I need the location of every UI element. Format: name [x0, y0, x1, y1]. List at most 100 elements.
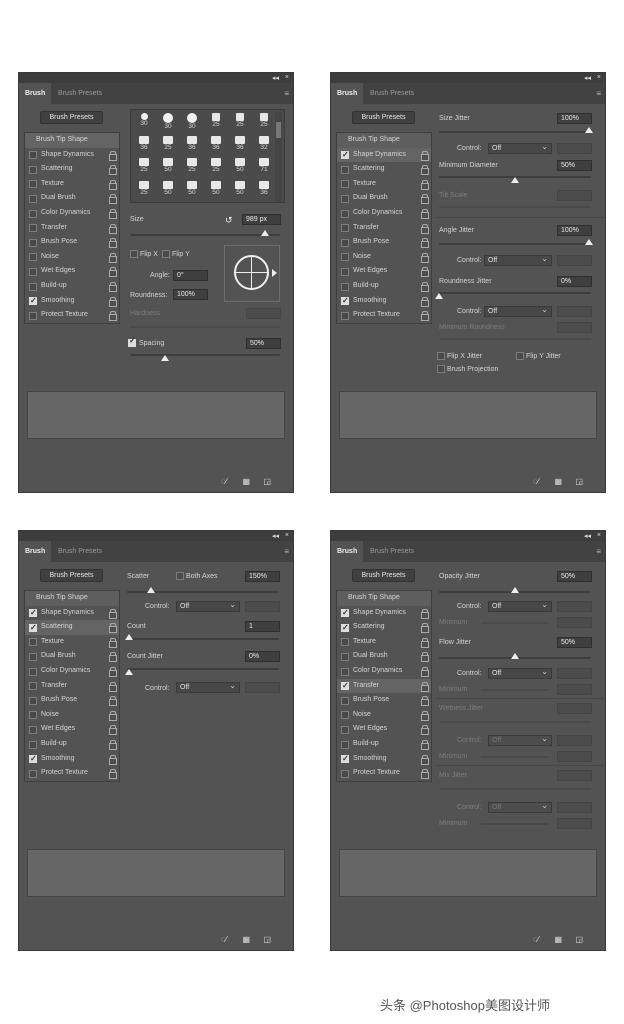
tilt-scale-field[interactable]	[557, 190, 592, 201]
brush-tip[interactable]: 50	[157, 158, 179, 174]
sidebar-item[interactable]: Dual Brush	[25, 649, 119, 664]
brush-tip[interactable]: 36	[229, 136, 251, 152]
checkbox[interactable]	[29, 725, 37, 734]
lock-icon[interactable]	[421, 223, 429, 234]
grid-icon[interactable]: ▦	[554, 935, 562, 944]
checkbox[interactable]	[341, 282, 349, 291]
lock-icon[interactable]	[421, 165, 429, 176]
hardness-field[interactable]	[246, 308, 281, 319]
tab-brush-presets[interactable]: Brush Presets	[52, 541, 108, 562]
collapse-icon[interactable]: ◂◂	[584, 74, 591, 82]
sidebar-item[interactable]: Brush Pose	[25, 235, 119, 250]
scatter-slider[interactable]	[127, 587, 279, 593]
hardness-slider[interactable]	[130, 326, 280, 328]
collapse-icon[interactable]: ◂◂	[272, 74, 279, 82]
sidebar-item[interactable]: Texture	[337, 177, 431, 192]
checkbox[interactable]	[29, 180, 37, 189]
grid-icon[interactable]: ▦	[242, 935, 250, 944]
toggle-live-tip-icon[interactable]: ◌⁄	[221, 935, 227, 944]
sidebar-item[interactable]: Brush Pose	[25, 693, 119, 708]
brush-tip[interactable]: 25	[157, 136, 179, 152]
brush-tip[interactable]: 30	[133, 113, 155, 129]
opacity-minimum-field[interactable]	[557, 617, 592, 628]
flow-minimum-slider[interactable]	[481, 689, 549, 691]
lock-icon[interactable]	[109, 311, 117, 322]
sidebar-item[interactable]: Shape Dynamics	[25, 606, 119, 621]
brush-tip[interactable]: 25	[133, 158, 155, 174]
sidebar-item[interactable]: Wet Edges	[337, 264, 431, 279]
flow-control-select[interactable]: Off	[488, 667, 552, 679]
count-field[interactable]: 1	[245, 621, 280, 632]
lock-icon[interactable]	[421, 623, 429, 634]
sidebar-item[interactable]: Color Dynamics	[337, 206, 431, 221]
sidebar-item[interactable]: Transfer	[25, 679, 119, 694]
slider-thumb[interactable]	[585, 127, 593, 133]
checkbox[interactable]	[29, 652, 37, 661]
lock-icon[interactable]	[109, 267, 117, 278]
tip-scrollbar[interactable]	[275, 112, 282, 202]
brush-projection-checkbox[interactable]	[437, 365, 445, 373]
checkbox[interactable]	[29, 769, 37, 778]
grid-icon[interactable]: ▦	[554, 477, 562, 486]
lock-icon[interactable]	[109, 725, 117, 736]
checkbox[interactable]	[29, 151, 37, 160]
checkbox[interactable]	[341, 638, 349, 647]
sidebar-item[interactable]: Brush Pose	[337, 235, 431, 250]
checkbox[interactable]	[341, 752, 349, 767]
sidebar-item[interactable]: Build-up	[337, 737, 431, 752]
scatter-control-select[interactable]: Off	[176, 600, 240, 612]
checkbox[interactable]	[341, 180, 349, 189]
opacity-jitter-slider[interactable]	[439, 587, 591, 593]
wetness-control-field[interactable]	[557, 735, 592, 746]
tab-brush[interactable]: Brush	[331, 83, 364, 104]
checkbox[interactable]	[29, 752, 37, 767]
count-control-select[interactable]: Off	[176, 681, 240, 693]
brush-presets-button[interactable]: Brush Presets	[40, 569, 103, 582]
close-icon[interactable]: ×	[285, 532, 289, 539]
lock-icon[interactable]	[421, 696, 429, 707]
checkbox[interactable]	[341, 606, 349, 621]
lock-icon[interactable]	[109, 238, 117, 249]
sidebar-item[interactable]: Texture	[25, 177, 119, 192]
checkbox[interactable]	[341, 696, 349, 705]
size-field[interactable]: 989 px	[242, 214, 281, 225]
opacity-minimum-slider[interactable]	[481, 622, 549, 624]
tab-brush-presets[interactable]: Brush Presets	[52, 83, 108, 104]
size-control-field[interactable]	[557, 143, 592, 154]
flow-jitter-field[interactable]: 50%	[557, 637, 592, 648]
brush-presets-button[interactable]: Brush Presets	[352, 111, 415, 124]
minimum-diameter-slider[interactable]	[439, 176, 591, 183]
lock-icon[interactable]	[109, 710, 117, 721]
sidebar-item[interactable]: Color Dynamics	[25, 206, 119, 221]
lock-icon[interactable]	[421, 296, 429, 307]
wetness-jitter-field[interactable]	[557, 703, 592, 714]
brush-presets-button[interactable]: Brush Presets	[40, 111, 103, 124]
lock-icon[interactable]	[109, 194, 117, 205]
opacity-control-field[interactable]	[557, 601, 592, 612]
slider-thumb[interactable]	[585, 239, 593, 245]
brush-tip[interactable]: 30	[181, 113, 203, 130]
new-preset-icon[interactable]: ◲	[575, 935, 583, 944]
angle-jitter-slider[interactable]	[439, 239, 593, 245]
sidebar-item[interactable]: Smoothing	[337, 752, 431, 767]
brush-tip[interactable]: 25	[181, 158, 203, 174]
flip-y-checkbox[interactable]	[162, 250, 170, 258]
sidebar-item[interactable]: Dual Brush	[25, 191, 119, 206]
sidebar-item[interactable]: Protect Texture	[337, 766, 431, 781]
toggle-live-tip-icon[interactable]: ◌⁄	[533, 477, 539, 486]
close-icon[interactable]: ×	[285, 74, 289, 81]
sidebar-item[interactable]: Texture	[25, 635, 119, 650]
lock-icon[interactable]	[421, 769, 429, 780]
minimum-diameter-field[interactable]: 50%	[557, 160, 592, 171]
opacity-control-select[interactable]: Off	[488, 600, 552, 612]
sidebar-item[interactable]: Build-up	[25, 737, 119, 752]
lock-icon[interactable]	[421, 282, 429, 292]
checkbox[interactable]	[341, 165, 349, 174]
brush-tip[interactable]: 25	[133, 181, 155, 197]
wetness-jitter-slider[interactable]	[439, 721, 591, 723]
lock-icon[interactable]	[421, 754, 429, 765]
sidebar-item[interactable]: Build-up	[337, 279, 431, 294]
sidebar-item[interactable]: Scattering	[25, 620, 119, 635]
lock-icon[interactable]	[109, 637, 117, 648]
lock-icon[interactable]	[109, 652, 117, 663]
